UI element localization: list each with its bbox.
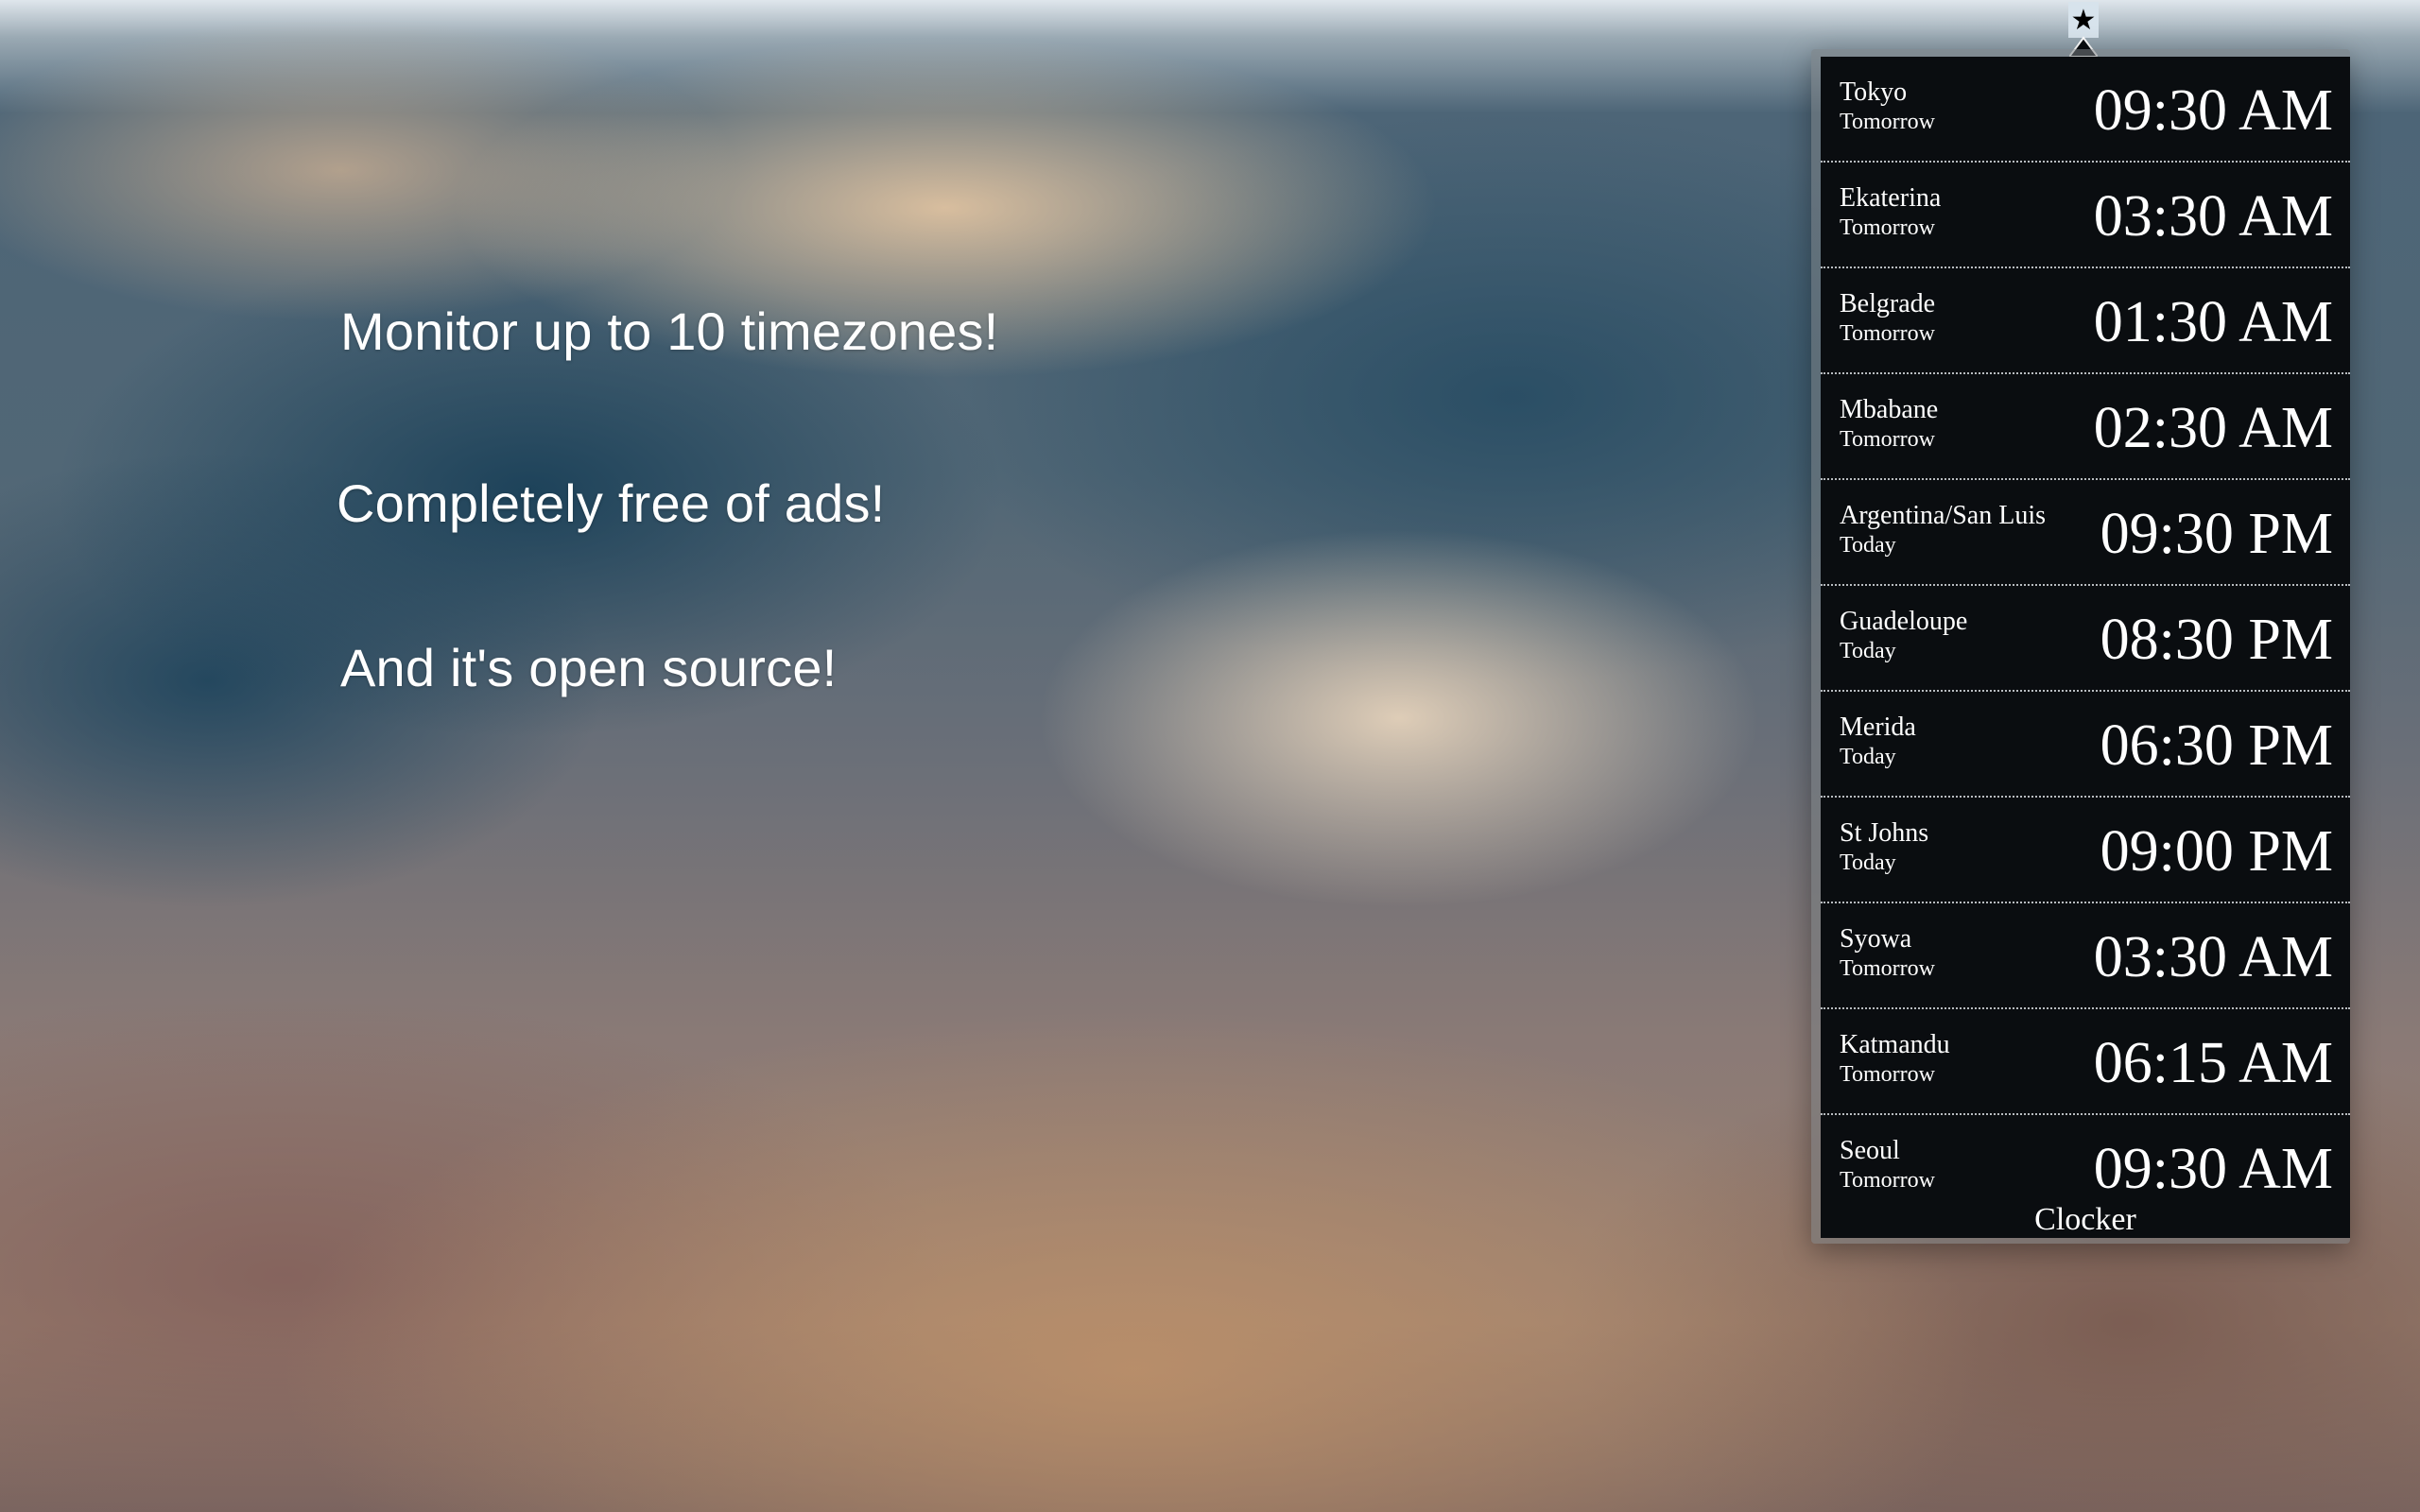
timezone-time: 09:30 PM (2100, 502, 2333, 566)
timezone-time: 06:30 PM (2100, 713, 2333, 778)
timezone-time: 01:30 AM (2093, 290, 2333, 354)
promo-text-ads: Completely free of ads! (337, 473, 886, 533)
timezone-city: Syowa (1840, 924, 1912, 954)
timezone-row[interactable]: Belgrade Tomorrow 01:30 AM (1821, 268, 2350, 374)
timezone-time: 08:30 PM (2100, 608, 2333, 672)
timezone-row[interactable]: Ekaterina Tomorrow 03:30 AM (1821, 163, 2350, 268)
promo-text-open-source: And it's open source! (340, 638, 838, 697)
timezone-day: Tomorrow (1840, 956, 1935, 981)
timezone-day: Today (1840, 850, 1896, 875)
timezone-city: Argentina/San Luis (1840, 501, 2047, 530)
timezone-city: Seoul (1840, 1136, 1900, 1165)
app-name-label: Clocker (2034, 1202, 2136, 1237)
clocker-popover: Tokyo Tomorrow 09:30 AM Ekaterina Tomorr… (1811, 49, 2350, 1244)
timezone-city: Merida (1840, 713, 1916, 742)
timezone-row[interactable]: Argentina/San Luis Today 09:30 PM (1821, 480, 2350, 586)
timezone-day: Tomorrow (1840, 321, 1935, 346)
timezone-day: Tomorrow (1840, 1168, 1935, 1193)
timezone-time: 02:30 AM (2093, 396, 2333, 460)
timezone-row[interactable]: Tokyo Tomorrow 09:30 AM (1821, 57, 2350, 163)
timezone-city: Mbabane (1840, 395, 1939, 424)
timezone-row[interactable]: St Johns Today 09:00 PM (1821, 798, 2350, 903)
timezone-city: Guadeloupe (1840, 607, 1968, 636)
timezone-day: Today (1840, 639, 1896, 663)
timezone-time: 03:30 AM (2093, 184, 2333, 249)
timezone-city: St Johns (1840, 818, 1929, 848)
timezone-city: Ekaterina (1840, 183, 1942, 213)
timezone-time: 06:15 AM (2093, 1031, 2333, 1095)
timezone-time: 09:00 PM (2100, 819, 2333, 884)
timezone-city: Belgrade (1840, 289, 1936, 318)
timezone-day: Today (1840, 745, 1896, 769)
timezone-day: Tomorrow (1840, 110, 1935, 134)
timezone-row[interactable]: Guadeloupe Today 08:30 PM (1821, 586, 2350, 692)
star-icon[interactable]: ★ (2068, 2, 2099, 38)
timezone-row[interactable]: Syowa Tomorrow 03:30 AM (1821, 903, 2350, 1009)
timezone-row[interactable]: Mbabane Tomorrow 02:30 AM (1821, 374, 2350, 480)
timezone-day: Tomorrow (1840, 215, 1935, 240)
timezone-row[interactable]: Katmandu Tomorrow 06:15 AM (1821, 1009, 2350, 1115)
timezone-time: 09:30 AM (2093, 1137, 2333, 1201)
timezone-day: Today (1840, 533, 1896, 558)
promo-text-timezones: Monitor up to 10 timezones! (340, 301, 999, 361)
timezone-city: Tokyo (1840, 77, 1908, 107)
timezone-row[interactable]: Merida Today 06:30 PM (1821, 692, 2350, 798)
timezone-day: Tomorrow (1840, 1062, 1935, 1087)
timezone-list: Tokyo Tomorrow 09:30 AM Ekaterina Tomorr… (1821, 57, 2350, 1238)
timezone-city: Katmandu (1840, 1030, 1950, 1059)
timezone-day: Tomorrow (1840, 427, 1935, 452)
timezone-time: 09:30 AM (2093, 78, 2333, 143)
timezone-time: 03:30 AM (2093, 925, 2333, 989)
